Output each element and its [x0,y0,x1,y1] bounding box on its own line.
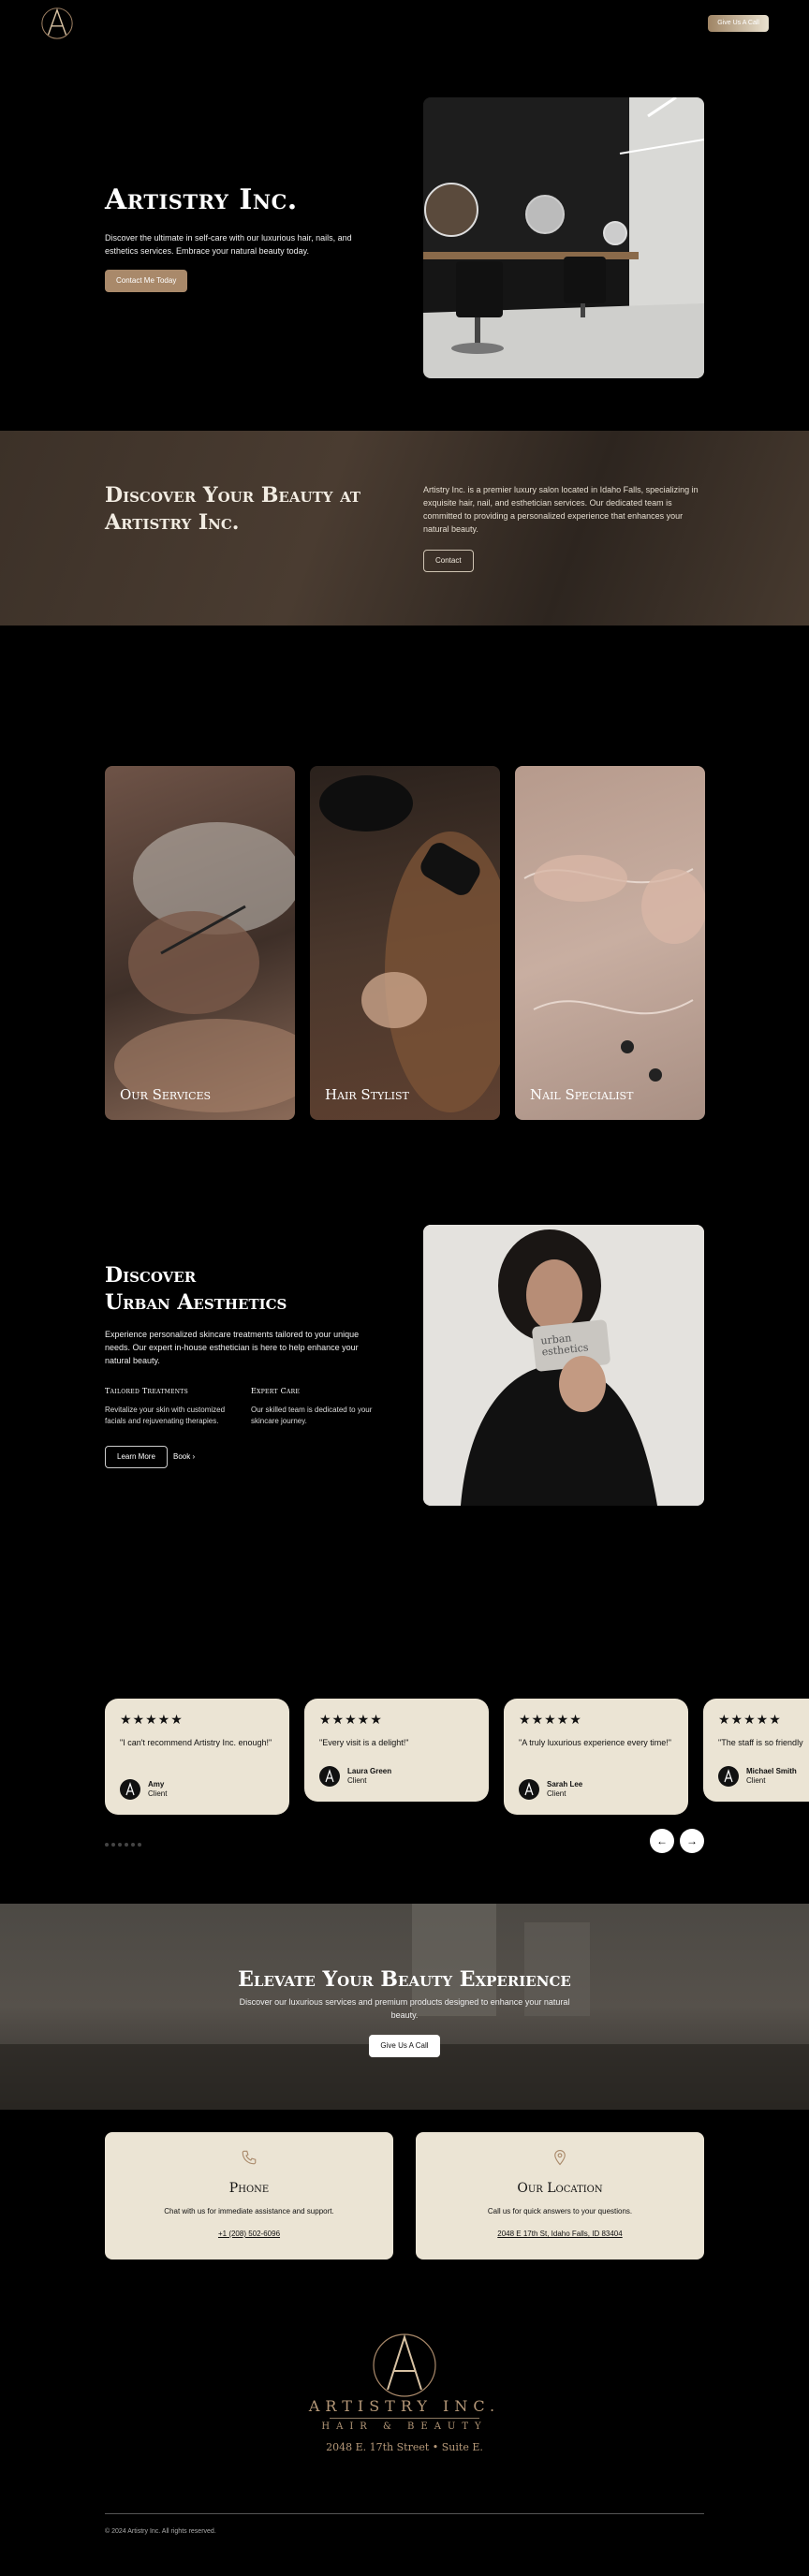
author-name: Michael Smith [746,1767,797,1775]
book-link[interactable]: Book › [173,1452,195,1461]
testimonial-quote: "A truly luxurious experience every time… [519,1738,671,1747]
author-name: Sarah Lee [547,1780,583,1788]
carousel-pagination[interactable] [105,1843,141,1847]
phone-card: Phone Chat with us for immediate assista… [105,2132,393,2260]
brand-logo[interactable] [39,4,75,41]
author-role: Client [547,1789,566,1798]
carousel-prev-button[interactable]: ← [650,1829,674,1853]
urban-aesthetics-section: Discover Urban Aesthetics Experience per… [0,1206,809,1618]
discover-description: Artistry Inc. is a premier luxury salon … [423,485,699,534]
author-role: Client [347,1776,367,1785]
location-title: Our Location [517,2181,603,2196]
site-footer: ARTISTRY INC. HAIR & BEAUTY 2048 E. 17th… [0,2255,809,2576]
book-label: Book [173,1452,191,1461]
star-rating-icon: ★★★★★ [120,1712,184,1727]
urban-title: Discover Urban Aesthetics [105,1262,287,1317]
phone-icon [242,2150,257,2165]
service-label: Our Services [120,1086,212,1103]
arrow-left-icon: ← [656,1834,668,1847]
service-card-nail-specialist[interactable]: Nail Specialist [515,766,705,1120]
service-card-our-services[interactable]: Our Services [105,766,295,1120]
phone-description: Chat with us for immediate assistance an… [164,2207,334,2215]
star-rating-icon: ★★★★★ [319,1712,383,1727]
contact-me-button[interactable]: Contact Me Today [105,270,188,292]
site-header: Give Us A Call [0,0,809,47]
testimonial-author: Michael Smith Client [718,1766,797,1787]
testimonials-section: ★★★★★ "I can't recommend Artistry Inc. e… [0,1618,809,1904]
carousel-dot[interactable] [118,1843,122,1847]
service-card-hair-stylist[interactable]: Hair Stylist [310,766,500,1120]
contact-button[interactable]: Contact [423,550,474,572]
urban-description: Experience personalized skincare treatme… [105,1330,360,1365]
testimonial-card: ★★★★★ "I can't recommend Artistry Inc. e… [105,1699,289,1815]
esthetician-image: urban esthetics [423,1225,704,1506]
footer-rule [105,2513,704,2514]
footer-brand: ARTISTRY INC. [308,2397,501,2415]
phone-link[interactable]: +1 (208) 502-6096 [105,2230,393,2238]
avatar [718,1766,739,1787]
service-label: Nail Specialist [530,1086,634,1103]
testimonial-quote: "The staff is so friendly [718,1738,803,1747]
elevate-title: Elevate Your Beauty Experience [238,1967,571,1992]
hero-title: Artistry Inc. [105,184,298,216]
feature-title: Tailored Treatments [105,1387,189,1395]
carousel-dot[interactable] [131,1843,135,1847]
testimonial-card: ★★★★★ "A truly luxurious experience ever… [504,1699,688,1815]
carousel-dot[interactable] [111,1843,115,1847]
urban-title-line1: Discover [105,1263,197,1288]
testimonial-quote: "I can't recommend Artistry Inc. enough!… [120,1738,272,1747]
chevron-right-icon: › [192,1452,196,1461]
elevate-description: Discover our luxurious services and prem… [239,1997,570,2020]
testimonial-author: Amy Client [120,1779,167,1800]
footer-divider [330,2418,479,2419]
urban-title-line2: Urban Aesthetics [105,1290,287,1315]
carousel-dot[interactable] [125,1843,128,1847]
services-section: Our Services Hair Stylist Nail Specialis… [0,626,809,1206]
avatar [519,1779,539,1800]
learn-more-button[interactable]: Learn More [105,1446,168,1468]
feature-text: Revitalize your skin with customized fac… [105,1406,226,1425]
location-card: Our Location Call us for quick answers t… [416,2132,704,2260]
author-role: Client [746,1776,766,1785]
hero-section: Artistry Inc. Discover the ultimate in s… [0,47,809,431]
feature-text: Our skilled team is dedicated to your sk… [251,1406,373,1425]
give-us-a-call-button[interactable]: Give Us A Call [369,2035,440,2057]
nail-care-image [523,855,705,1082]
carousel-dot[interactable] [138,1843,141,1847]
footer-logo [373,2333,436,2397]
discover-section: Discover Your Beauty at Artistry Inc. Ar… [0,431,809,626]
author-role: Client [148,1789,168,1798]
hero-description: Discover the ultimate in self-care with … [105,233,352,256]
header-call-button[interactable]: Give Us A Call [708,15,769,32]
salon-interior-image [423,97,704,378]
avatar [120,1779,140,1800]
author-name: Amy [148,1780,165,1788]
map-pin-icon [554,2150,566,2166]
footer-subtitle: HAIR & BEAUTY [321,2421,488,2432]
location-description: Call us for quick answers to your questi… [487,2207,633,2215]
address-link[interactable]: 2048 E 17th St, Idaho Falls, ID 83404 [416,2230,704,2238]
phone-title: Phone [228,2181,270,2196]
star-rating-icon: ★★★★★ [718,1712,782,1727]
hair-styling-image [319,775,500,1112]
testimonial-card: ★★★★★ "Every visit is a delight!" Laura … [304,1699,489,1802]
footer-address: 2048 E. 17th Street • Suite E. [326,2441,483,2453]
avatar [319,1766,340,1787]
star-rating-icon: ★★★★★ [519,1712,582,1727]
feature-title: Expert Care [251,1387,301,1395]
testimonial-card: ★★★★★ "The staff is so friendly Michael … [703,1699,809,1802]
copyright-text: © 2024 Artistry Inc. All rights reserved… [105,2528,216,2535]
eyelash-treatment-image [114,822,295,1112]
testimonial-author: Sarah Lee Client [519,1779,582,1800]
arrow-right-icon: → [686,1834,698,1847]
testimonial-author: Laura Green Client [319,1766,391,1787]
carousel-dot[interactable] [105,1843,109,1847]
author-name: Laura Green [347,1767,392,1775]
elevate-section: Elevate Your Beauty Experience Discover … [0,1904,809,2110]
service-label: Hair Stylist [325,1086,409,1103]
discover-title: Discover Your Beauty at Artistry Inc. [105,483,361,535]
testimonial-quote: "Every visit is a delight!" [319,1738,409,1747]
carousel-next-button[interactable]: → [680,1829,704,1853]
contact-section: Phone Chat with us for immediate assista… [0,2110,809,2260]
